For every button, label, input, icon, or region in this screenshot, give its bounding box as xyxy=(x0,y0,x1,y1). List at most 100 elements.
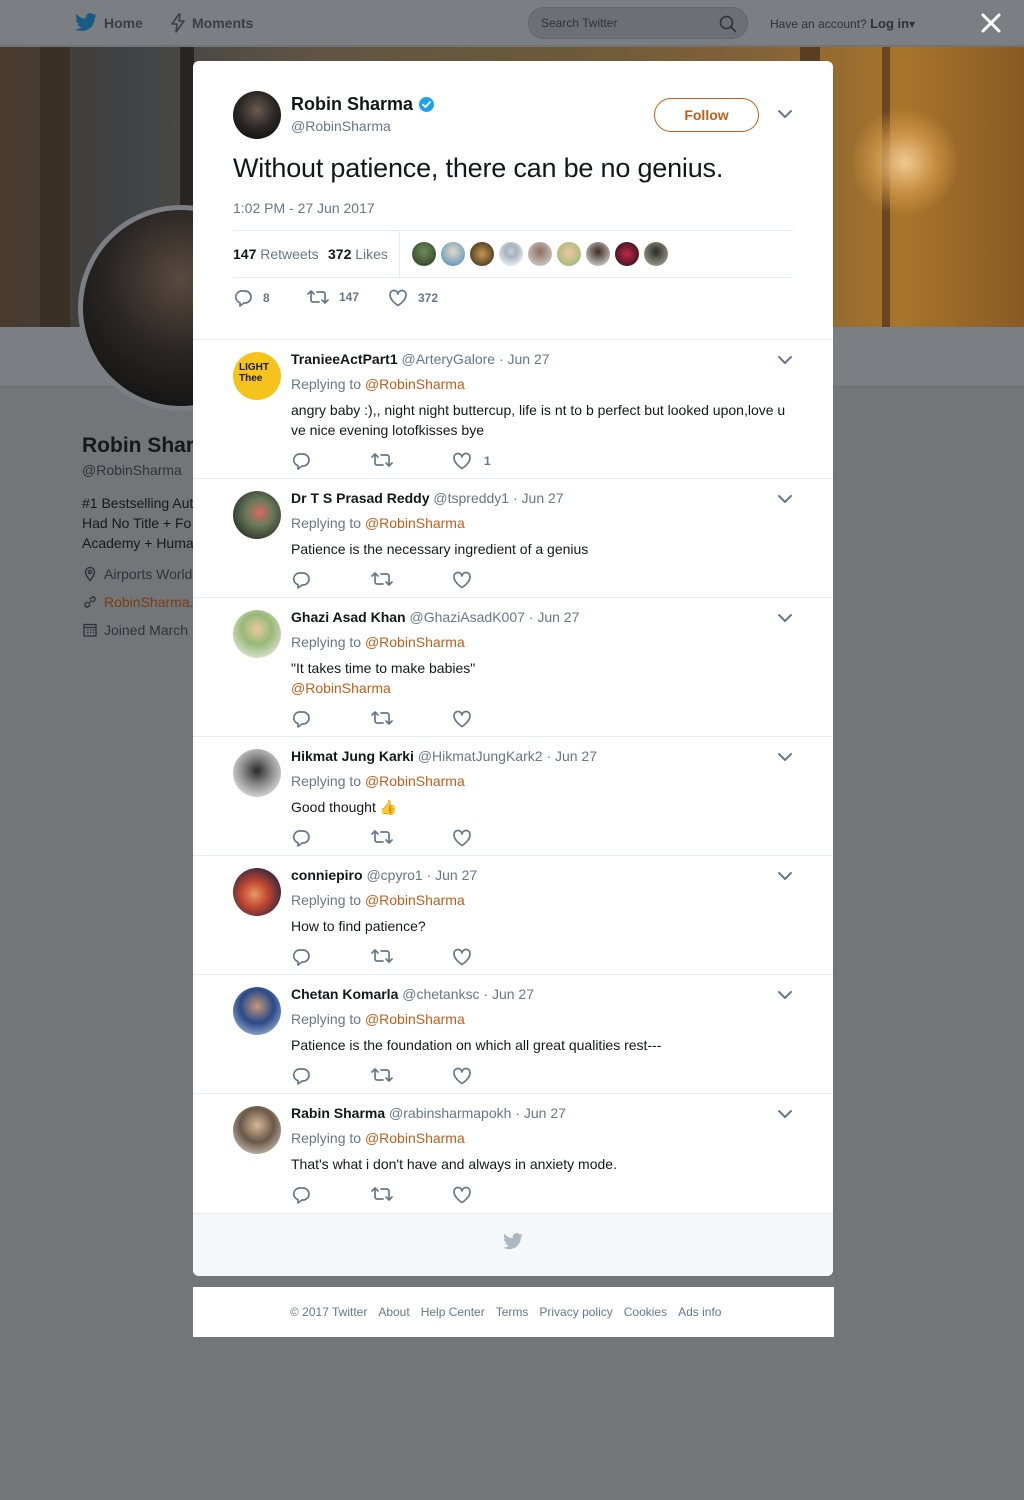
reply-author-handle[interactable]: @chetanksc xyxy=(402,986,479,1002)
avatar[interactable] xyxy=(233,987,281,1035)
replying-to-link[interactable]: @RobinSharma xyxy=(365,634,465,650)
reply-date[interactable]: · Jun 27 xyxy=(499,351,550,367)
reply-author-name[interactable]: Hikmat Jung Karki xyxy=(291,748,414,764)
liker-avatar[interactable] xyxy=(441,242,465,266)
retweet-action[interactable]: 147 xyxy=(307,289,359,305)
footer-link-ads-info[interactable]: Ads info xyxy=(678,1305,721,1319)
reply-action[interactable] xyxy=(291,571,311,589)
avatar[interactable] xyxy=(233,610,281,658)
chevron-down-icon[interactable] xyxy=(777,493,793,505)
nav-home[interactable]: Home xyxy=(74,13,143,33)
retweet-action[interactable] xyxy=(371,452,393,468)
reply-author-name[interactable]: Chetan Komarla xyxy=(291,986,398,1002)
footer-link-privacy[interactable]: Privacy policy xyxy=(539,1305,612,1319)
reply-action[interactable] xyxy=(291,710,311,728)
avatar[interactable] xyxy=(233,91,281,139)
reply-author-handle[interactable]: @cpyro1 xyxy=(366,867,422,883)
like-action[interactable] xyxy=(452,571,472,589)
liker-avatar[interactable] xyxy=(470,242,494,266)
reply-action[interactable] xyxy=(291,452,311,470)
footer-link-cookies[interactable]: Cookies xyxy=(624,1305,667,1319)
reply-date[interactable]: · Jun 27 xyxy=(427,867,478,883)
author-name[interactable]: Robin Sharma xyxy=(291,94,435,115)
reply-action[interactable]: 8 xyxy=(233,289,270,307)
reply-action[interactable] xyxy=(291,1067,311,1085)
retweet-action[interactable] xyxy=(371,948,393,964)
chevron-down-icon[interactable] xyxy=(777,989,793,1001)
chevron-down-icon[interactable] xyxy=(777,751,793,763)
like-action[interactable] xyxy=(452,1186,472,1204)
liker-avatar[interactable] xyxy=(528,242,552,266)
like-action[interactable]: 372 xyxy=(388,289,438,307)
like-action[interactable] xyxy=(452,829,472,847)
retweet-action[interactable] xyxy=(371,571,393,587)
footer-link-about[interactable]: About xyxy=(378,1305,409,1319)
follow-button[interactable]: Follow xyxy=(654,98,759,132)
reply-author-name[interactable]: TranieeActPart1 xyxy=(291,351,398,367)
liker-avatar[interactable] xyxy=(412,242,436,266)
reply-tweet[interactable]: LIGHT Thee TranieeActPart1 @ArteryGalore… xyxy=(193,339,833,478)
author-handle[interactable]: @RobinSharma xyxy=(291,118,391,134)
reply-date[interactable]: · Jun 27 xyxy=(515,1105,566,1121)
reply-author-name[interactable]: Rabin Sharma xyxy=(291,1105,385,1121)
reply-author-handle[interactable]: @rabinsharmapokh xyxy=(389,1105,511,1121)
like-action[interactable] xyxy=(452,1067,472,1085)
avatar[interactable] xyxy=(233,749,281,797)
likes-stat[interactable]: 372 Likes xyxy=(328,246,388,262)
liker-avatar[interactable] xyxy=(615,242,639,266)
mention-link[interactable]: @RobinSharma xyxy=(291,678,791,698)
reply-date[interactable]: · Jun 27 xyxy=(529,609,580,625)
like-action[interactable]: 1 xyxy=(452,452,491,470)
replying-to-link[interactable]: @RobinSharma xyxy=(365,1011,465,1027)
search-box[interactable] xyxy=(528,7,748,39)
chevron-down-icon[interactable] xyxy=(777,354,793,366)
reply-author-handle[interactable]: @GhaziAsadK007 xyxy=(410,609,525,625)
replying-to-link[interactable]: @RobinSharma xyxy=(365,515,465,531)
close-icon[interactable] xyxy=(978,10,1004,36)
chevron-down-icon[interactable] xyxy=(777,612,793,624)
website-link[interactable]: RobinSharma. xyxy=(104,594,194,610)
reply-tweet[interactable]: Rabin Sharma @rabinsharmapokh · Jun 27 R… xyxy=(193,1093,833,1212)
avatar[interactable]: LIGHT Thee xyxy=(233,352,281,400)
retweets-stat[interactable]: 147 Retweets xyxy=(233,246,319,262)
reply-date[interactable]: · Jun 27 xyxy=(513,490,564,506)
reply-author-name[interactable]: Dr T S Prasad Reddy xyxy=(291,490,430,506)
reply-author-handle[interactable]: @HikmatJungKark2 xyxy=(418,748,543,764)
avatar[interactable] xyxy=(233,491,281,539)
liker-avatar[interactable] xyxy=(499,242,523,266)
search-input[interactable] xyxy=(541,15,711,31)
reply-tweet[interactable]: Ghazi Asad Khan @GhaziAsadK007 · Jun 27 … xyxy=(193,597,833,728)
liker-avatar[interactable] xyxy=(557,242,581,266)
replying-to-link[interactable]: @RobinSharma xyxy=(365,376,465,392)
search-icon[interactable] xyxy=(719,15,737,33)
reply-action[interactable] xyxy=(291,829,311,847)
reply-action[interactable] xyxy=(291,1186,311,1204)
profile-website[interactable]: RobinSharma. xyxy=(82,594,194,610)
avatar[interactable] xyxy=(233,868,281,916)
reply-date[interactable]: · Jun 27 xyxy=(483,986,534,1002)
reply-author-handle[interactable]: @ArteryGalore xyxy=(402,351,496,367)
tweet-timestamp[interactable]: 1:02 PM - 27 Jun 2017 xyxy=(233,200,375,216)
chevron-down-icon[interactable] xyxy=(777,870,793,882)
reply-author-handle[interactable]: @tspreddy1 xyxy=(433,490,509,506)
reply-tweet[interactable]: conniepiro @cpyro1 · Jun 27 Replying to … xyxy=(193,855,833,974)
liker-avatar[interactable] xyxy=(644,242,668,266)
retweet-action[interactable] xyxy=(371,829,393,845)
liker-avatar[interactable] xyxy=(586,242,610,266)
reply-tweet[interactable]: Dr T S Prasad Reddy @tspreddy1 · Jun 27 … xyxy=(193,478,833,597)
footer-link-terms[interactable]: Terms xyxy=(496,1305,529,1319)
replying-to-link[interactable]: @RobinSharma xyxy=(365,1130,465,1146)
replying-to-link[interactable]: @RobinSharma xyxy=(365,892,465,908)
chevron-down-icon[interactable] xyxy=(777,1108,793,1120)
reply-author-name[interactable]: conniepiro xyxy=(291,867,363,883)
chevron-down-icon[interactable] xyxy=(777,108,793,120)
like-action[interactable] xyxy=(452,710,472,728)
footer-link-help-center[interactable]: Help Center xyxy=(421,1305,485,1319)
retweet-action[interactable] xyxy=(371,710,393,726)
reply-tweet[interactable]: Hikmat Jung Karki @HikmatJungKark2 · Jun… xyxy=(193,736,833,855)
avatar[interactable] xyxy=(233,1106,281,1154)
reply-author-name[interactable]: Ghazi Asad Khan xyxy=(291,609,406,625)
reply-date[interactable]: · Jun 27 xyxy=(546,748,597,764)
reply-action[interactable] xyxy=(291,948,311,966)
retweet-action[interactable] xyxy=(371,1186,393,1202)
